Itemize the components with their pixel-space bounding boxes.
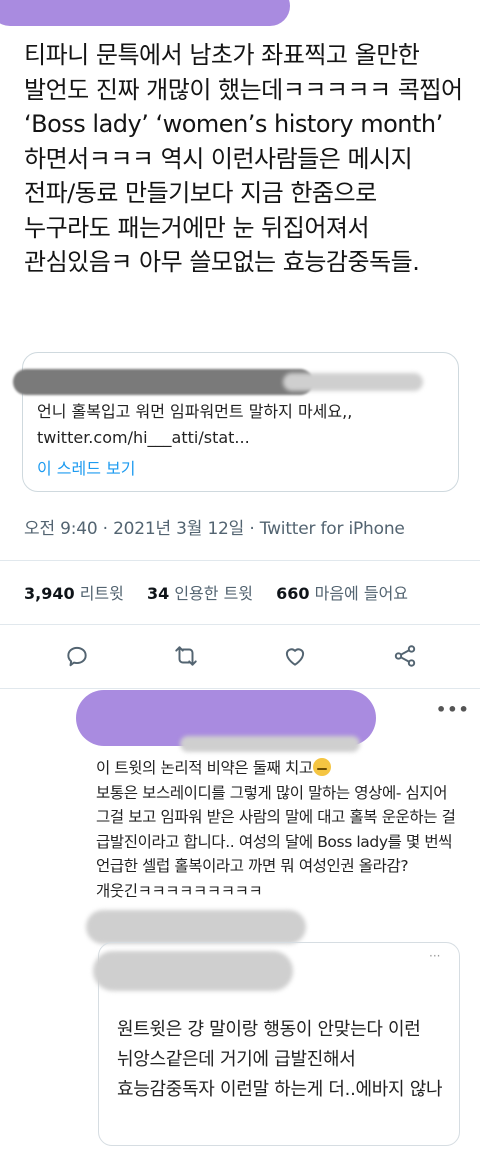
tweet-stats: 3,940 리트윗 34 인용한 트윗 660 마음에 들어요: [24, 580, 408, 604]
reply-text: 이 트윗의 논리적 비약은 둘째 치고 보통은 보스레이디를 그렇게 많이 말하…: [96, 756, 466, 903]
redacted-reply-handle: [180, 736, 360, 752]
retweet-stat[interactable]: 3,940 리트윗: [24, 584, 124, 603]
divider: [0, 560, 480, 561]
reply-quoted-tweet-card[interactable]: ··· 원트윗은 걍 말이랑 행동이 안맞는다 이런 뉘앙스같은데 거기에 급발…: [93, 942, 460, 1146]
more-options-button[interactable]: •••: [436, 700, 470, 719]
quote-stat[interactable]: 34 인용한 트윗: [147, 584, 253, 603]
reply-quote-more-button[interactable]: ···: [429, 949, 440, 963]
redacted-reply-quote-header: [93, 951, 293, 991]
redacted-reply-quote-author: [86, 910, 306, 944]
divider: [0, 688, 480, 689]
reply-text-rest: 보통은 보스레이디를 그렇게 많이 말하는 영상에- 심지어 그걸 보고 임파워…: [96, 783, 456, 900]
reply-text-line: 이 트윗의 논리적 비약은 둘째 치고: [96, 759, 313, 777]
divider: [0, 624, 480, 625]
tweet-text: 티파니 문특에서 남초가 좌표찍고 올만한 발언도 진짜 개많이 했는데ㅋㅋㅋㅋ…: [24, 41, 463, 276]
retweet-button[interactable]: [170, 640, 202, 672]
redacted-quoted-handle: [283, 373, 423, 391]
quoted-tweet-card[interactable]: 언니 홀복입고 워먼 임파워먼트 말하지 마세요,, twitter.com/h…: [13, 352, 459, 492]
redacted-username-top: [0, 0, 290, 26]
reply-button[interactable]: [61, 640, 93, 672]
share-button[interactable]: [389, 640, 421, 672]
like-stat[interactable]: 660 마음에 들어요: [276, 584, 408, 603]
show-thread-link[interactable]: 이 스레드 보기: [37, 455, 136, 479]
tweet-timestamp: 오전 9:40 · 2021년 3월 12일 · Twitter for iPh…: [24, 519, 405, 539]
like-icon: [285, 648, 305, 666]
retweet-icon: [175, 646, 197, 666]
reply-icon: [67, 646, 87, 667]
sweat-face-emoji-icon: [312, 758, 331, 776]
quoted-tweet-text: 언니 홀복입고 워먼 임파워먼트 말하지 마세요,, twitter.com/h…: [37, 402, 353, 447]
reply-quoted-text: 원트윗은 걍 말이랑 행동이 안맞는다 이런 뉘앙스같은데 거기에 급발진해서 …: [117, 1019, 443, 1100]
like-button[interactable]: [279, 640, 311, 672]
redacted-quoted-author: [13, 369, 313, 395]
share-icon: [394, 645, 416, 667]
